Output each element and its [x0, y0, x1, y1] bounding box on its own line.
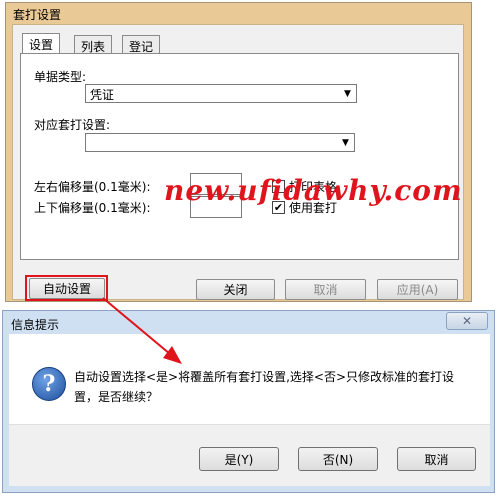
- tab-register[interactable]: 登记: [122, 35, 161, 55]
- doc-type-label: 单据类型:: [34, 70, 87, 84]
- dialog-cancel-button[interactable]: 取消: [397, 447, 476, 471]
- yes-button[interactable]: 是(Y): [199, 447, 279, 471]
- apply-button[interactable]: 应用(A): [377, 279, 458, 300]
- dialog-title: 信息提示: [11, 318, 60, 332]
- close-icon[interactable]: ✕: [446, 312, 488, 330]
- watermark-text: new.ufidawhy.com: [164, 174, 463, 207]
- print-setting-label: 对应套打设置:: [34, 118, 111, 132]
- tab-list[interactable]: 列表: [74, 35, 113, 55]
- highlight-box: [25, 275, 108, 301]
- print-setting-select[interactable]: ▼: [85, 133, 355, 152]
- no-button[interactable]: 否(N): [298, 447, 378, 471]
- tab-settings[interactable]: 设置: [22, 33, 61, 55]
- dialog-message: 自动设置选择<是>将覆盖所有套打设置,选择<否>只修改标准的套打设置，是否继续？: [74, 370, 455, 404]
- chevron-down-icon[interactable]: ▼: [340, 86, 355, 101]
- doc-type-value: 凭证: [90, 88, 115, 102]
- chevron-down-icon[interactable]: ▼: [338, 135, 353, 150]
- window-title: 套打设置: [13, 8, 62, 22]
- doc-type-select[interactable]: 凭证 ▼: [85, 84, 357, 103]
- close-button[interactable]: 关闭: [196, 279, 275, 300]
- ud-offset-label: 上下偏移量(0.1毫米):: [34, 201, 151, 215]
- cancel-button[interactable]: 取消: [285, 279, 366, 300]
- lr-offset-label: 左右偏移量(0.1毫米):: [34, 180, 151, 194]
- question-icon: ?: [32, 367, 66, 401]
